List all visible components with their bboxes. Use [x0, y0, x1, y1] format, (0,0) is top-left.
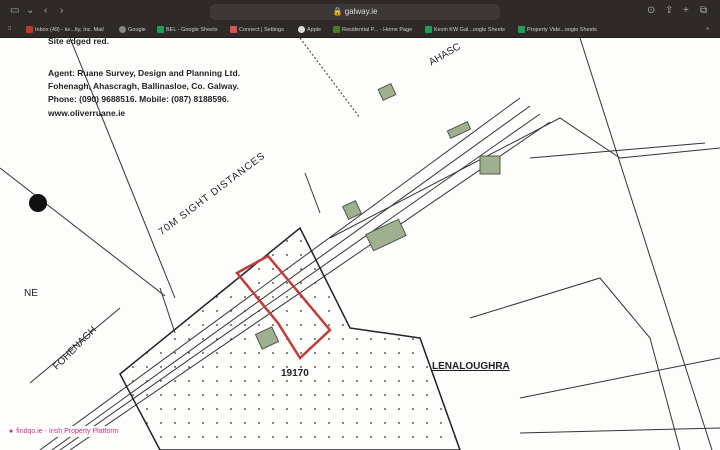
- address-text: Fohenagh, Ahascragh, Ballinasloe, Co. Ga…: [48, 81, 239, 91]
- forward-icon[interactable]: ›: [60, 5, 63, 16]
- browser-toolbar: ▭ ⌄ ‹ › 🔒 galway.ie ⊙ ⇪ + ⧉: [0, 0, 720, 24]
- tabs-icon[interactable]: ⧉: [700, 5, 707, 16]
- more-bookmarks-icon[interactable]: »: [706, 26, 709, 32]
- new-tab-icon[interactable]: +: [683, 5, 689, 16]
- back-icon[interactable]: ‹: [44, 5, 47, 16]
- bookmark[interactable]: Apple: [298, 26, 321, 33]
- chevron-down-icon[interactable]: ⌄: [26, 5, 34, 16]
- ne-label: NE: [24, 288, 38, 299]
- address-bar[interactable]: 🔒 galway.ie: [210, 4, 500, 20]
- site-note: Site edged red.: [48, 36, 109, 46]
- map-dot: [29, 194, 47, 212]
- url-text: galway.ie: [344, 7, 378, 16]
- bookmark[interactable]: Connect | Settings: [230, 26, 284, 33]
- bookmark[interactable]: Inbox (49) - ke...lty, Inc. Mail: [26, 26, 104, 33]
- footer-label: findqo.ie - Irish Property Platform: [16, 428, 119, 435]
- parcel-number: 19170: [281, 368, 309, 379]
- globe-icon: ●: [9, 428, 14, 435]
- agent-text: Agent: Ruane Survey, Design and Planning…: [48, 68, 241, 78]
- site-map-page: Site edged red. Agent: Ruane Survey, Des…: [0, 36, 720, 450]
- lock-icon: 🔒: [332, 7, 343, 16]
- web-text: www.oliverruane.ie: [48, 108, 126, 118]
- bookmark[interactable]: Property Vide...oogle Sheets: [518, 26, 597, 33]
- sidebar-icon[interactable]: ▭: [10, 5, 19, 16]
- grid-icon[interactable]: ⁝⁝: [8, 26, 12, 32]
- findqo-watermark[interactable]: ● findqo.ie - Irish Property Platform: [4, 426, 124, 437]
- bookmark[interactable]: Residential P... - Home Page: [333, 26, 412, 33]
- share-icon[interactable]: ⇪: [665, 5, 673, 16]
- bookmark[interactable]: Google: [119, 26, 146, 33]
- phone-text: Phone: (090) 9688516. Mobile: (087) 8188…: [48, 94, 229, 104]
- townland-label: LENALOUGHRA: [432, 361, 510, 372]
- download-icon[interactable]: ⊙: [647, 5, 655, 16]
- bookmark[interactable]: Kevin KW Gal...oogle Sheets: [425, 26, 505, 33]
- bookmark[interactable]: BEL - Google Sheets: [157, 26, 217, 33]
